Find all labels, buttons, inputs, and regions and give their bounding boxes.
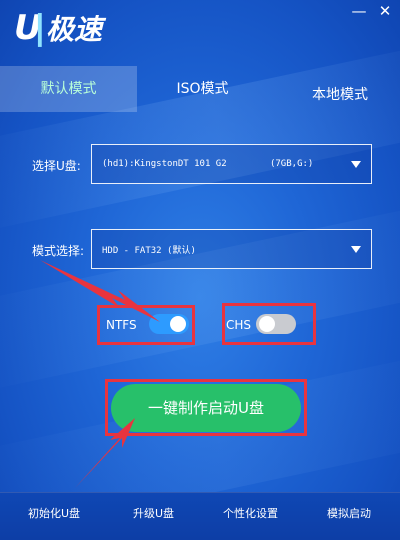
- annotation-arrow-ntfs: [40, 260, 160, 322]
- personalize-button[interactable]: 个性化设置: [223, 505, 278, 521]
- bottom-toolbar: 初始化U盘 升级U盘 个性化设置 模拟启动: [0, 492, 400, 540]
- annotation-arrows: [40, 260, 160, 488]
- init-usb-button[interactable]: 初始化U盘: [28, 505, 80, 521]
- app-window: U | 极速 — ✕ 默认模式 ISO模式 本地模式 选择U盘: (hd1):K…: [0, 0, 400, 540]
- annotation-arrow-button: [75, 418, 135, 488]
- simulate-boot-button[interactable]: 模拟启动: [327, 505, 371, 521]
- upgrade-usb-button[interactable]: 升级U盘: [133, 505, 174, 521]
